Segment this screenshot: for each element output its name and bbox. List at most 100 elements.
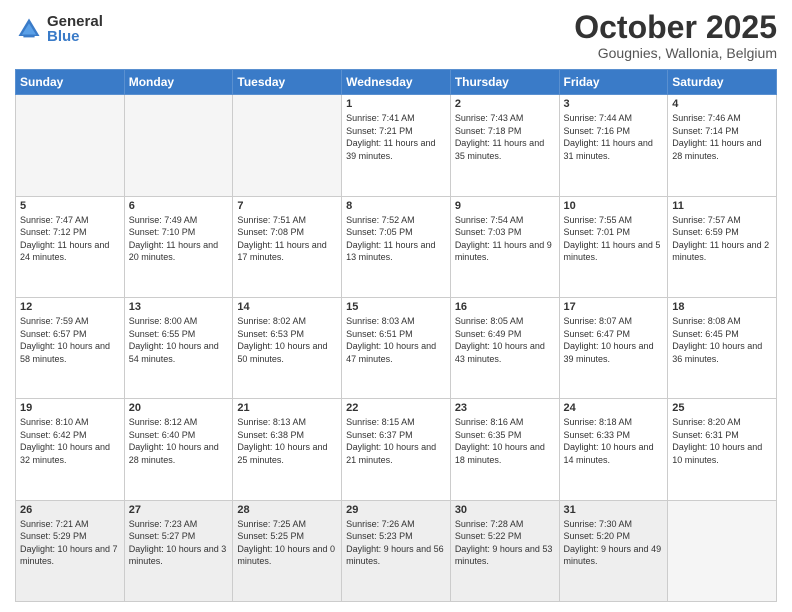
logo-general: General — [47, 14, 103, 29]
logo: General Blue — [15, 14, 103, 44]
day-number: 2 — [455, 98, 555, 110]
day-number: 29 — [346, 504, 446, 516]
day-number: 23 — [455, 402, 555, 414]
day-info: Sunrise: 8:13 AMSunset: 6:38 PMDaylight:… — [237, 416, 337, 466]
day-number: 17 — [564, 301, 664, 313]
col-tuesday: Tuesday — [233, 70, 342, 95]
col-wednesday: Wednesday — [342, 70, 451, 95]
location: Gougnies, Wallonia, Belgium — [574, 45, 777, 61]
day-info: Sunrise: 7:57 AMSunset: 6:59 PMDaylight:… — [672, 214, 772, 264]
page: General Blue October 2025 Gougnies, Wall… — [0, 0, 792, 612]
day-number: 12 — [20, 301, 120, 313]
table-row — [668, 500, 777, 601]
day-number: 9 — [455, 200, 555, 212]
day-info: Sunrise: 8:18 AMSunset: 6:33 PMDaylight:… — [564, 416, 664, 466]
day-number: 26 — [20, 504, 120, 516]
table-row: 14 Sunrise: 8:02 AMSunset: 6:53 PMDayligh… — [233, 297, 342, 398]
table-row: 20 Sunrise: 8:12 AMSunset: 6:40 PMDayligh… — [124, 399, 233, 500]
table-row: 31 Sunrise: 7:30 AMSunset: 5:20 PMDayligh… — [559, 500, 668, 601]
day-info: Sunrise: 8:05 AMSunset: 6:49 PMDaylight:… — [455, 315, 555, 365]
table-row — [233, 95, 342, 196]
col-friday: Friday — [559, 70, 668, 95]
table-row — [124, 95, 233, 196]
col-sunday: Sunday — [16, 70, 125, 95]
table-row: 23Sunrise: 8:16 AMSunset: 6:35 PMDayligh… — [450, 399, 559, 500]
day-info: Sunrise: 8:15 AMSunset: 6:37 PMDaylight:… — [346, 416, 446, 466]
day-number: 25 — [672, 402, 772, 414]
table-row: 22Sunrise: 8:15 AMSunset: 6:37 PMDayligh… — [342, 399, 451, 500]
day-number: 19 — [20, 402, 120, 414]
table-row: 4 Sunrise: 7:46 AMSunset: 7:14 PMDaylight… — [668, 95, 777, 196]
day-info: Sunrise: 7:21 AMSunset: 5:29 PMDaylight:… — [20, 518, 120, 568]
day-info: Sunrise: 8:08 AMSunset: 6:45 PMDaylight:… — [672, 315, 772, 365]
col-thursday: Thursday — [450, 70, 559, 95]
header: General Blue October 2025 Gougnies, Wall… — [15, 10, 777, 61]
table-row: 17 Sunrise: 8:07 AMSunset: 6:47 PMDayligh… — [559, 297, 668, 398]
day-info: Sunrise: 7:41 AMSunset: 7:21 PMDaylight:… — [346, 112, 446, 162]
day-number: 30 — [455, 504, 555, 516]
day-number: 20 — [129, 402, 229, 414]
table-row: 1 Sunrise: 7:41 AMSunset: 7:21 PMDaylight… — [342, 95, 451, 196]
day-info: Sunrise: 7:28 AMSunset: 5:22 PMDaylight:… — [455, 518, 555, 568]
day-number: 3 — [564, 98, 664, 110]
day-number: 4 — [672, 98, 772, 110]
day-number: 28 — [237, 504, 337, 516]
day-info: Sunrise: 7:52 AMSunset: 7:05 PMDaylight:… — [346, 214, 446, 264]
table-row: 19 Sunrise: 8:10 AMSunset: 6:42 PMDayligh… — [16, 399, 125, 500]
table-row: 5 Sunrise: 7:47 AMSunset: 7:12 PMDaylight… — [16, 196, 125, 297]
day-info: Sunrise: 7:59 AMSunset: 6:57 PMDaylight:… — [20, 315, 120, 365]
day-number: 7 — [237, 200, 337, 212]
table-row: 21 Sunrise: 8:13 AMSunset: 6:38 PMDayligh… — [233, 399, 342, 500]
day-info: Sunrise: 8:03 AMSunset: 6:51 PMDaylight:… — [346, 315, 446, 365]
day-info: Sunrise: 8:00 AMSunset: 6:55 PMDaylight:… — [129, 315, 229, 365]
col-saturday: Saturday — [668, 70, 777, 95]
day-info: Sunrise: 7:47 AMSunset: 7:12 PMDaylight:… — [20, 214, 120, 264]
day-info: Sunrise: 8:20 AMSunset: 6:31 PMDaylight:… — [672, 416, 772, 466]
table-row: 10Sunrise: 7:55 AMSunset: 7:01 PMDayligh… — [559, 196, 668, 297]
day-info: Sunrise: 8:12 AMSunset: 6:40 PMDaylight:… — [129, 416, 229, 466]
logo-blue: Blue — [47, 29, 103, 44]
day-info: Sunrise: 7:46 AMSunset: 7:14 PMDaylight:… — [672, 112, 772, 162]
table-row: 16Sunrise: 8:05 AMSunset: 6:49 PMDayligh… — [450, 297, 559, 398]
day-number: 10 — [564, 200, 664, 212]
calendar-header-row: Sunday Monday Tuesday Wednesday Thursday… — [16, 70, 777, 95]
table-row: 18Sunrise: 8:08 AMSunset: 6:45 PMDayligh… — [668, 297, 777, 398]
day-info: Sunrise: 7:49 AMSunset: 7:10 PMDaylight:… — [129, 214, 229, 264]
day-info: Sunrise: 7:23 AMSunset: 5:27 PMDaylight:… — [129, 518, 229, 568]
table-row: 8 Sunrise: 7:52 AMSunset: 7:05 PMDaylight… — [342, 196, 451, 297]
day-number: 8 — [346, 200, 446, 212]
day-number: 1 — [346, 98, 446, 110]
day-info: Sunrise: 8:02 AMSunset: 6:53 PMDaylight:… — [237, 315, 337, 365]
day-number: 31 — [564, 504, 664, 516]
table-row: 30 Sunrise: 7:28 AMSunset: 5:22 PMDayligh… — [450, 500, 559, 601]
day-info: Sunrise: 7:54 AMSunset: 7:03 PMDaylight:… — [455, 214, 555, 264]
table-row: 7 Sunrise: 7:51 AMSunset: 7:08 PMDaylight… — [233, 196, 342, 297]
table-row: 2Sunrise: 7:43 AMSunset: 7:18 PMDaylight… — [450, 95, 559, 196]
day-number: 5 — [20, 200, 120, 212]
table-row: 11 Sunrise: 7:57 AMSunset: 6:59 PMDayligh… — [668, 196, 777, 297]
day-number: 6 — [129, 200, 229, 212]
day-info: Sunrise: 7:26 AMSunset: 5:23 PMDaylight:… — [346, 518, 446, 568]
day-number: 21 — [237, 402, 337, 414]
day-info: Sunrise: 8:10 AMSunset: 6:42 PMDaylight:… — [20, 416, 120, 466]
day-info: Sunrise: 8:07 AMSunset: 6:47 PMDaylight:… — [564, 315, 664, 365]
day-info: Sunrise: 7:25 AMSunset: 5:25 PMDaylight:… — [237, 518, 337, 568]
day-number: 14 — [237, 301, 337, 313]
day-info: Sunrise: 7:51 AMSunset: 7:08 PMDaylight:… — [237, 214, 337, 264]
table-row: 28 Sunrise: 7:25 AMSunset: 5:25 PMDayligh… — [233, 500, 342, 601]
month-title: October 2025 — [574, 10, 777, 45]
col-monday: Monday — [124, 70, 233, 95]
logo-icon — [15, 15, 43, 43]
table-row: 3 Sunrise: 7:44 AMSunset: 7:16 PMDaylight… — [559, 95, 668, 196]
day-number: 11 — [672, 200, 772, 212]
day-info: Sunrise: 7:30 AMSunset: 5:20 PMDaylight:… — [564, 518, 664, 568]
day-number: 13 — [129, 301, 229, 313]
logo-text: General Blue — [47, 14, 103, 44]
table-row: 9 Sunrise: 7:54 AMSunset: 7:03 PMDaylight… — [450, 196, 559, 297]
day-number: 24 — [564, 402, 664, 414]
day-info: Sunrise: 7:44 AMSunset: 7:16 PMDaylight:… — [564, 112, 664, 162]
table-row: 6 Sunrise: 7:49 AMSunset: 7:10 PMDaylight… — [124, 196, 233, 297]
day-number: 27 — [129, 504, 229, 516]
table-row — [16, 95, 125, 196]
table-row: 29 Sunrise: 7:26 AMSunset: 5:23 PMDayligh… — [342, 500, 451, 601]
